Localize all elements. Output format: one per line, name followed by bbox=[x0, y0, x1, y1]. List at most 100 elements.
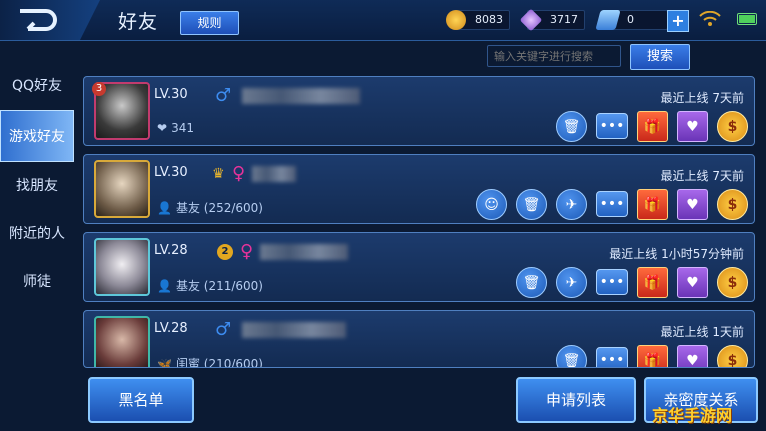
delete-button[interactable]: 🗑 bbox=[556, 111, 587, 142]
send-gold-button[interactable]: $ bbox=[717, 111, 748, 142]
page-title: 好友 bbox=[118, 11, 159, 33]
crown-icon: ♛ bbox=[212, 166, 225, 182]
delete-button[interactable]: 🗑 bbox=[516, 267, 547, 298]
friend-level: LV.30 bbox=[154, 87, 188, 102]
gold-coin-icon: $ bbox=[727, 352, 738, 368]
trash-icon: 🗑 bbox=[562, 352, 581, 368]
trash-icon: 🗑 bbox=[522, 196, 541, 213]
gold-counter: 8083 bbox=[446, 9, 510, 31]
gold-coin-icon bbox=[446, 10, 466, 30]
sidebar-item-mentor[interactable]: 师徒 bbox=[0, 256, 74, 308]
buddy-icon: 👤 bbox=[157, 278, 172, 293]
friend-actions: ☺ 🗑 ✈ ••• 🎁 ♥ $ bbox=[476, 189, 748, 220]
gift-icon: 🎁 bbox=[643, 352, 662, 368]
avatar[interactable] bbox=[94, 160, 150, 218]
trash-icon: 🗑 bbox=[522, 274, 541, 291]
sidebar-item-find-friends[interactable]: 找朋友 bbox=[0, 160, 74, 212]
intimacy-button[interactable]: ♥ bbox=[677, 345, 708, 368]
friend-level: LV.30 bbox=[154, 165, 188, 180]
last-online: 最近上线 1小时57分钟前 bbox=[609, 247, 744, 261]
intimacy-button[interactable]: ♥ bbox=[677, 189, 708, 220]
friend-name-blurred bbox=[252, 166, 296, 182]
friend-level: LV.28 bbox=[154, 321, 188, 336]
back-button[interactable] bbox=[0, 0, 100, 40]
sidebar-item-game-friends[interactable]: 游戏好友 bbox=[0, 110, 74, 162]
friend-card[interactable]: LV.30 ♛ ♀ 👤 基友 (252/600) 最近上线 7天前 ☺ 🗑 ✈ … bbox=[83, 154, 755, 224]
send-gold-button[interactable]: $ bbox=[717, 345, 748, 368]
wifi-icon bbox=[699, 11, 721, 26]
blacklist-button[interactable]: 黑名单 bbox=[88, 377, 194, 423]
delete-button[interactable]: 🗑 bbox=[556, 345, 587, 368]
relationship-value: 基友 (211/600) bbox=[175, 279, 263, 293]
battery-icon bbox=[737, 13, 757, 25]
add-buddy-button[interactable]: ☺ bbox=[476, 189, 507, 220]
message-button[interactable]: ••• bbox=[596, 191, 628, 217]
avatar[interactable] bbox=[94, 238, 150, 296]
chat-icon: ••• bbox=[599, 352, 625, 368]
heart-icon: ❤ bbox=[157, 121, 168, 135]
trash-icon: 🗑 bbox=[562, 118, 581, 135]
gift-button[interactable]: 🎁 bbox=[637, 345, 668, 368]
watermark: 京华手游网 bbox=[652, 406, 733, 425]
sidebar-item-qq-friends[interactable]: QQ好友 bbox=[0, 60, 74, 112]
gift-button[interactable]: 🎁 bbox=[637, 111, 668, 142]
chat-icon: ••• bbox=[599, 118, 625, 134]
buddy-icon: 👤 bbox=[157, 200, 172, 215]
invite-icon: ✈ bbox=[565, 274, 578, 291]
message-button[interactable]: ••• bbox=[596, 269, 628, 295]
female-icon: ♀ bbox=[232, 163, 246, 184]
relationship-info: 👤 基友 (211/600) bbox=[157, 277, 263, 294]
invite-button[interactable]: ✈ bbox=[556, 267, 587, 298]
heart-icon: ♥ bbox=[686, 196, 699, 213]
invite-icon: ✈ bbox=[565, 196, 578, 213]
gold-coin-icon: $ bbox=[727, 274, 738, 291]
diamond-counter: 3717 bbox=[519, 8, 585, 32]
friend-actions: 🗑 ✈ ••• 🎁 ♥ $ bbox=[516, 267, 748, 298]
chat-icon: ••• bbox=[599, 196, 625, 212]
friend-card[interactable]: 3 LV.30 ♂ ❤ 341 最近上线 7天前 🗑 ••• 🎁 ♥ $ bbox=[83, 76, 755, 146]
sidebar-item-nearby[interactable]: 附近的人 bbox=[0, 208, 74, 260]
delete-button[interactable]: 🗑 bbox=[516, 189, 547, 220]
intimacy-button[interactable]: ♥ bbox=[677, 111, 708, 142]
friend-actions: 🗑 ••• 🎁 ♥ $ bbox=[556, 111, 748, 142]
intimacy-info: ❤ 341 bbox=[157, 121, 194, 135]
last-online: 最近上线 1天前 bbox=[660, 325, 744, 339]
friend-name-blurred bbox=[260, 244, 348, 260]
search-button[interactable]: 搜索 bbox=[630, 44, 690, 70]
avatar[interactable] bbox=[94, 316, 150, 367]
request-list-button[interactable]: 申请列表 bbox=[516, 377, 636, 423]
gift-icon: 🎁 bbox=[643, 196, 662, 213]
heart-icon: ♥ bbox=[686, 352, 699, 368]
chat-icon: ••• bbox=[599, 274, 625, 290]
sidebar: QQ好友 游戏好友 找朋友 附近的人 师徒 bbox=[0, 60, 74, 370]
send-gold-button[interactable]: $ bbox=[717, 267, 748, 298]
heart-icon: ♥ bbox=[686, 118, 699, 135]
gold-coin-icon: $ bbox=[727, 118, 738, 135]
recharge-plus-button[interactable]: + bbox=[667, 10, 689, 32]
back-arrow-icon bbox=[20, 9, 57, 31]
message-button[interactable]: ••• bbox=[596, 113, 628, 139]
bestie-icon: 🦋 bbox=[157, 356, 172, 368]
send-gold-button[interactable]: $ bbox=[717, 189, 748, 220]
friend-level: LV.28 bbox=[154, 243, 188, 258]
gift-button[interactable]: 🎁 bbox=[637, 189, 668, 220]
friend-name-blurred bbox=[242, 88, 360, 104]
friend-card[interactable]: LV.28 2 ♀ 👤 基友 (211/600) 最近上线 1小时57分钟前 🗑… bbox=[83, 232, 755, 302]
search-input[interactable] bbox=[487, 45, 621, 67]
last-online: 最近上线 7天前 bbox=[660, 169, 744, 183]
invite-button[interactable]: ✈ bbox=[556, 189, 587, 220]
heart-icon: ♥ bbox=[686, 274, 699, 291]
person-add-icon: ☺ bbox=[484, 196, 499, 213]
friend-name-blurred bbox=[242, 322, 346, 338]
gift-button[interactable]: 🎁 bbox=[637, 267, 668, 298]
intimacy-button[interactable]: ♥ bbox=[677, 267, 708, 298]
rules-button[interactable]: 规则 bbox=[180, 11, 239, 35]
relationship-info: 👤 基友 (252/600) bbox=[157, 199, 263, 216]
message-button[interactable]: ••• bbox=[596, 347, 628, 368]
gift-icon: 🎁 bbox=[643, 274, 662, 291]
relationship-value: 基友 (252/600) bbox=[175, 201, 263, 215]
top-bar: 好友 规则 8083 3717 0 + bbox=[0, 0, 766, 41]
last-online: 最近上线 7天前 bbox=[660, 91, 744, 105]
friend-actions: 🗑 ••• 🎁 ♥ $ bbox=[556, 345, 748, 368]
friend-card[interactable]: LV.28 ♂ 🦋 闺蜜 (210/600) 最近上线 1天前 🗑 ••• 🎁 … bbox=[83, 310, 755, 368]
